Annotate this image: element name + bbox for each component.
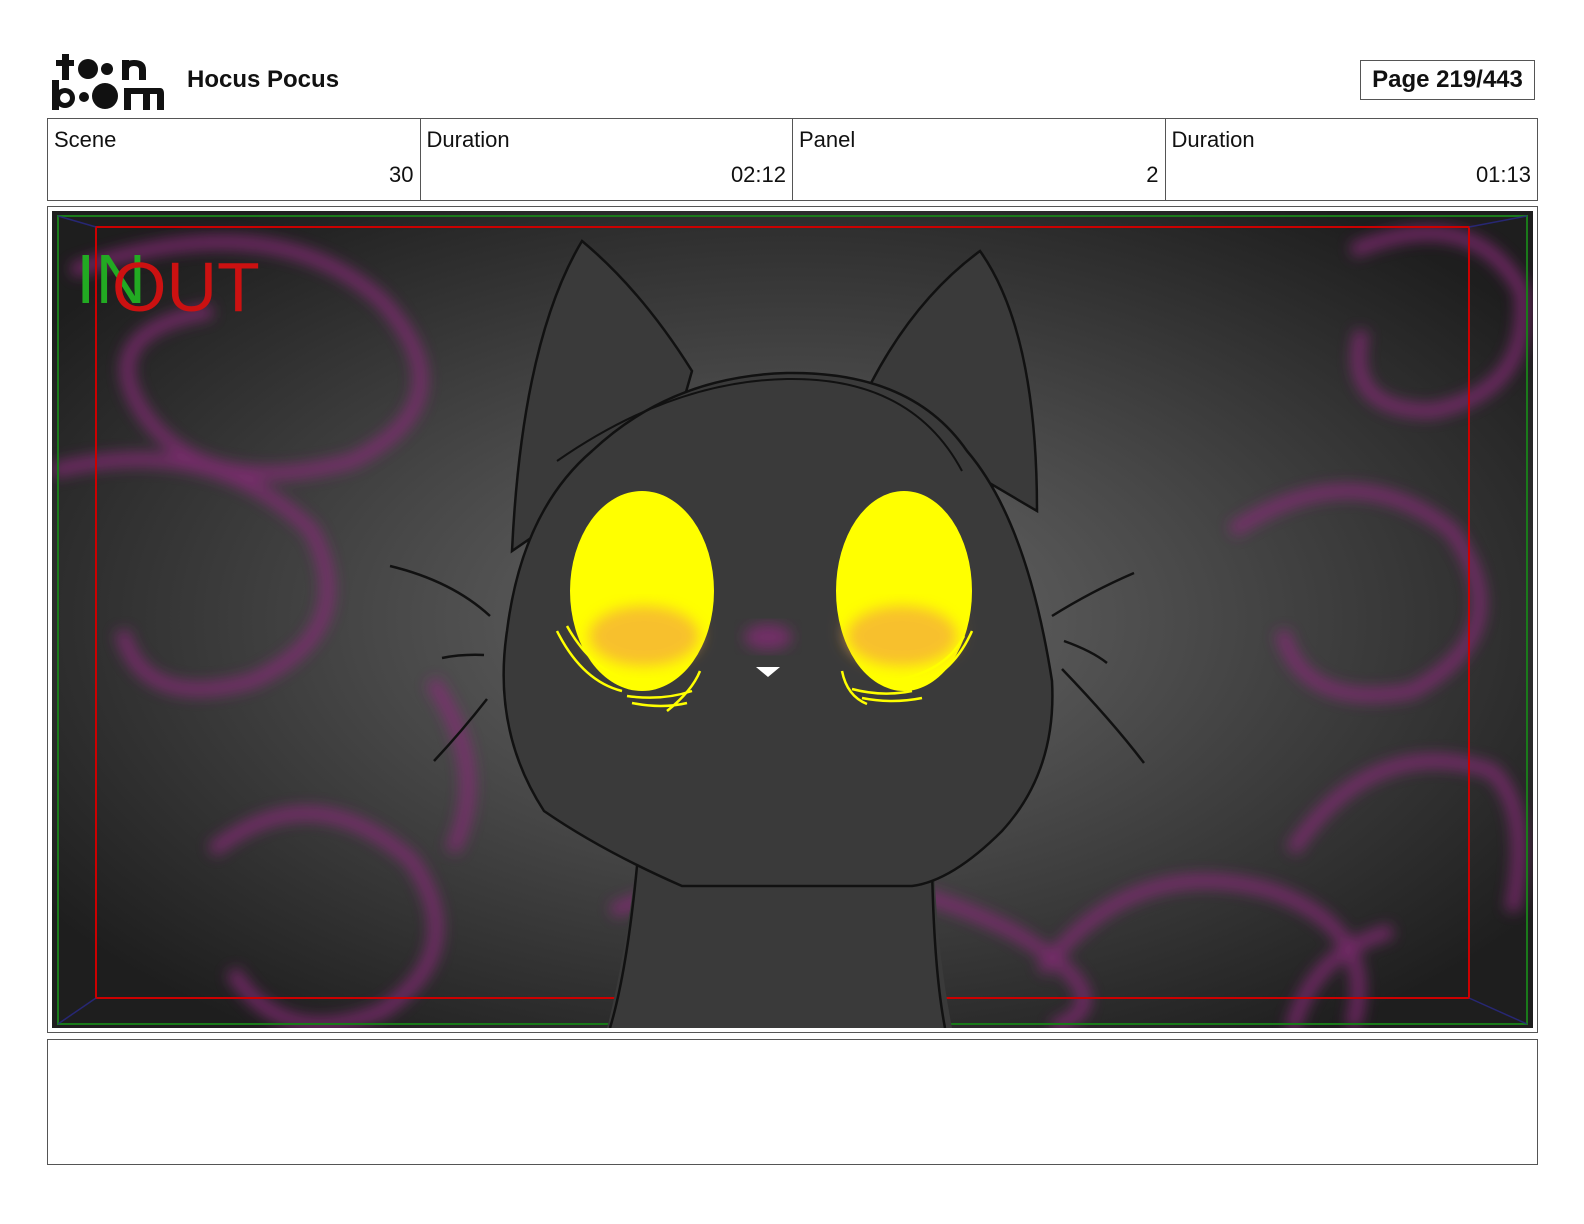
panel-value: 2 — [1146, 162, 1159, 187]
project-title: Hocus Pocus — [187, 66, 340, 93]
nose-glow — [744, 624, 792, 650]
panel-drawing: IN OUT — [52, 211, 1533, 1028]
scene-duration-label: Duration — [426, 127, 510, 152]
panel-label: Panel — [799, 127, 856, 152]
toonboom-logo — [50, 50, 164, 112]
scene-cell: Scene 30 — [48, 119, 421, 200]
scene-duration-value: 02:12 — [730, 162, 786, 187]
panel-duration-cell: Duration 01:13 — [1166, 119, 1538, 200]
scene-info-table: Scene 30 Duration 02:12 Panel 2 Duration… — [47, 118, 1538, 201]
page-indicator: Page 219/443 — [1360, 60, 1535, 100]
storyboard-panel: IN OUT — [47, 206, 1538, 1033]
panel-duration-value: 01:13 — [1475, 162, 1531, 187]
panel-duration-label: Duration — [1171, 127, 1255, 152]
scene-duration-cell: Duration 02:12 — [421, 119, 793, 200]
out-marker: OUT — [112, 248, 260, 326]
panel-cell: Panel 2 — [793, 119, 1166, 200]
scene-value: 30 — [389, 162, 414, 187]
panel-notes-box — [47, 1039, 1538, 1165]
scene-label: Scene — [54, 127, 117, 152]
